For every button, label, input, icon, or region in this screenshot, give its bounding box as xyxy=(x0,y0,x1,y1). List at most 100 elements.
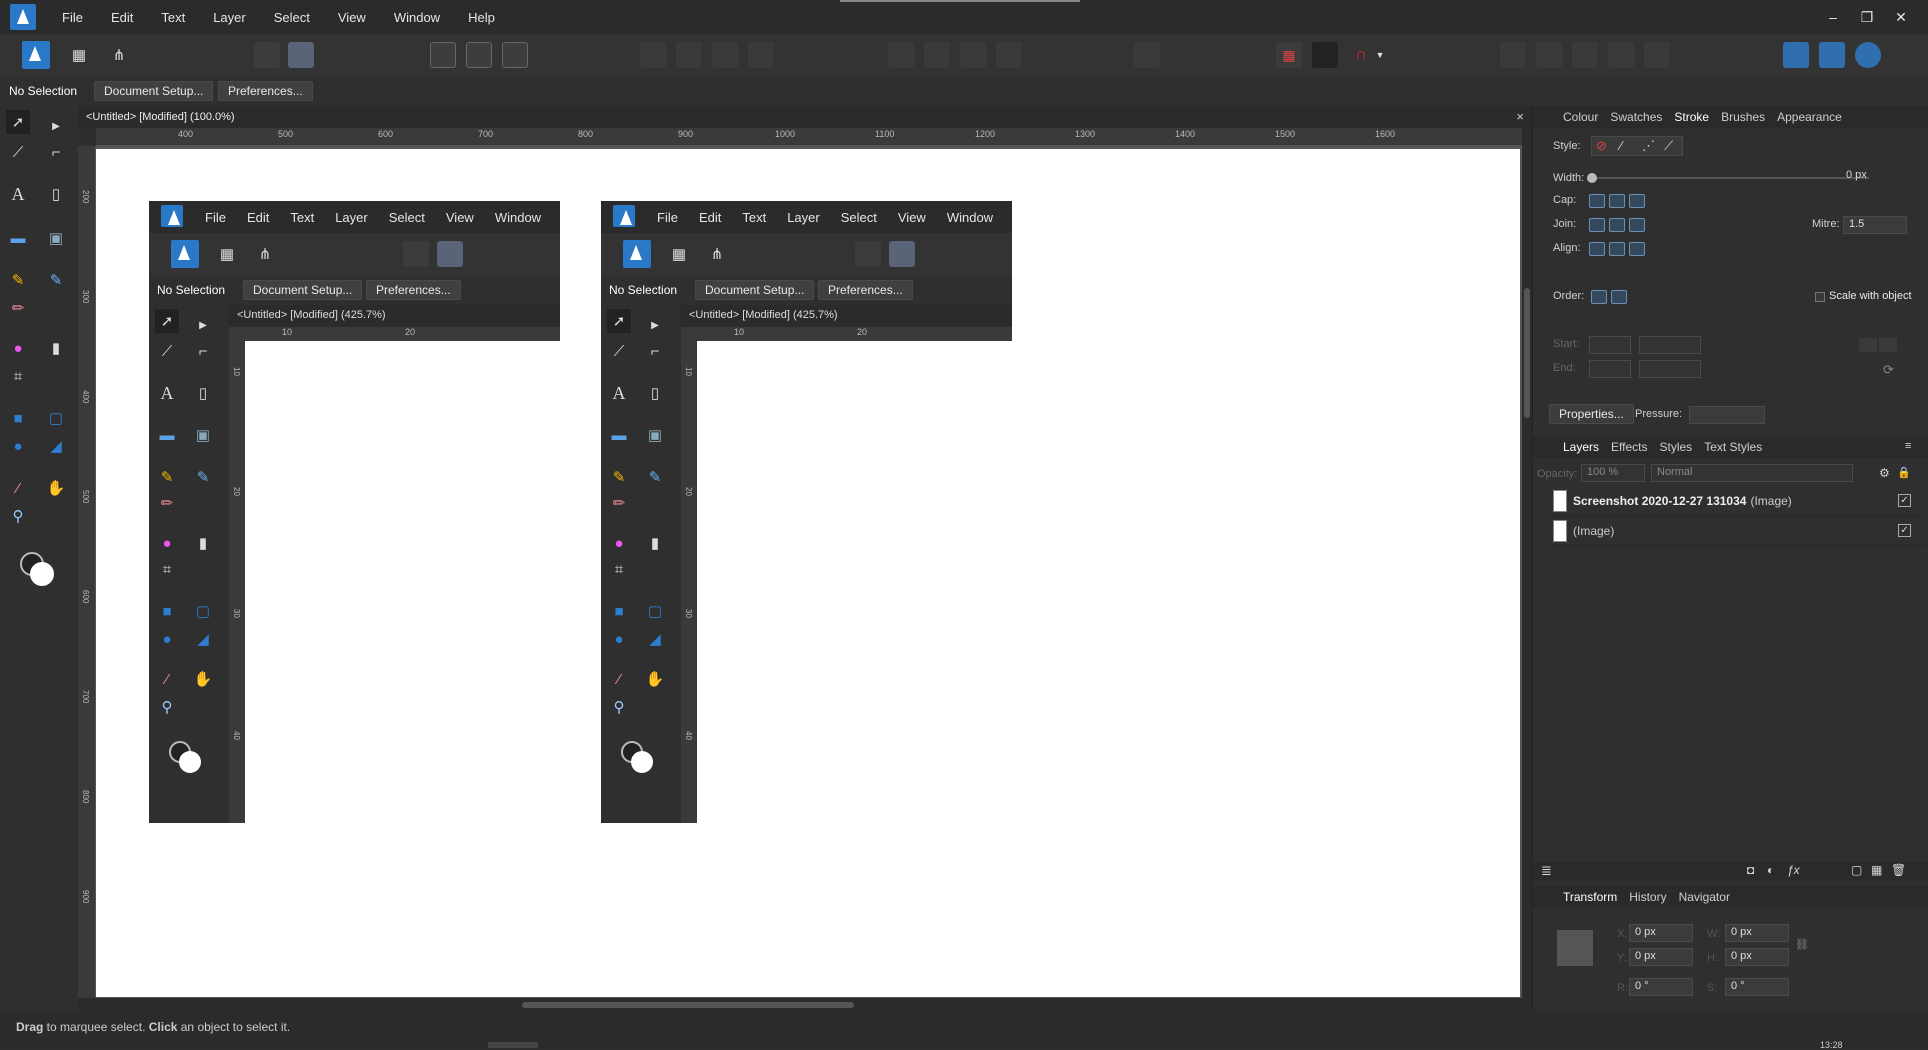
width-value[interactable]: 0 px xyxy=(1841,168,1903,186)
move-forward-icon[interactable] xyxy=(712,42,738,68)
join-round-icon[interactable] xyxy=(1609,218,1625,232)
cap-square-icon[interactable] xyxy=(1629,194,1645,208)
menu-window[interactable]: Window xyxy=(380,10,454,25)
embedded-screenshot-2[interactable]: File Edit Text Layer Select View Window … xyxy=(601,201,1012,823)
link-proportions-icon[interactable]: ⛓ xyxy=(1795,938,1809,951)
layer-visibility-checkbox[interactable]: ✓ xyxy=(1898,494,1911,507)
cap-round-icon[interactable] xyxy=(1609,194,1625,208)
boolean-add-icon[interactable] xyxy=(1500,42,1526,68)
x-input[interactable]: 0 px xyxy=(1629,924,1693,942)
node-tool-icon[interactable]: ▶ xyxy=(44,114,68,138)
fill-color-well[interactable] xyxy=(30,562,54,586)
layers-stack-icon[interactable]: ≣ xyxy=(1541,863,1552,879)
tab-layers[interactable]: Layers xyxy=(1563,440,1599,454)
vertical-scrollbar[interactable] xyxy=(1522,128,1532,998)
start-arrow-select[interactable] xyxy=(1589,336,1631,354)
rounded-rect-tool-icon[interactable]: ▢ xyxy=(44,406,68,430)
hand-tool-icon[interactable]: ✋ xyxy=(44,476,68,500)
fill-tool-icon[interactable]: ● xyxy=(6,336,30,360)
align-icon[interactable] xyxy=(1134,42,1160,68)
tab-effects[interactable]: Effects xyxy=(1611,440,1647,454)
artistic-text-icon[interactable]: A xyxy=(6,182,30,206)
snapping-dropdown-icon[interactable]: ▼ xyxy=(1374,43,1386,67)
transform-icon[interactable] xyxy=(502,42,528,68)
shear-input[interactable]: 0 ° xyxy=(1725,978,1789,996)
lock-icon[interactable]: 🔒 xyxy=(1897,466,1911,479)
boolean-subtract-icon[interactable] xyxy=(1536,42,1562,68)
boolean-intersect-icon[interactable] xyxy=(1572,42,1598,68)
pressure-graph[interactable] xyxy=(1689,406,1765,424)
snap-bounds-icon[interactable] xyxy=(430,42,456,68)
align-outside-icon[interactable] xyxy=(1629,242,1645,256)
affinity-designer-logo-icon[interactable] xyxy=(10,4,36,30)
end-arrow-select[interactable] xyxy=(1589,360,1631,378)
preferences-icon[interactable] xyxy=(1819,42,1845,68)
align-inside-icon[interactable] xyxy=(1609,242,1625,256)
join-miter-icon[interactable] xyxy=(1589,218,1605,232)
move-back-icon[interactable] xyxy=(640,42,666,68)
boolean-icon[interactable] xyxy=(254,42,280,68)
boolean-xor-icon[interactable] xyxy=(1608,42,1634,68)
shape-tool-icon[interactable]: ◢ xyxy=(44,434,68,458)
close-button[interactable]: ✕ xyxy=(1884,9,1918,26)
assistant-icon[interactable] xyxy=(1783,42,1809,68)
vertical-scroll-thumb[interactable] xyxy=(1524,288,1530,418)
mitre-input[interactable]: 1.5 xyxy=(1843,216,1907,234)
rectangle-tool-icon[interactable]: ■ xyxy=(6,406,30,430)
pencil-tool-icon[interactable]: ✎ xyxy=(44,268,68,292)
designer-persona-icon[interactable] xyxy=(22,41,50,69)
preferences-button[interactable]: Preferences... xyxy=(218,81,313,101)
width-slider-handle[interactable] xyxy=(1587,173,1597,183)
document-setup-button[interactable]: Document Setup... xyxy=(94,81,214,101)
solid-line-icon[interactable]: ∕ xyxy=(1620,138,1622,153)
fx-icon[interactable]: ƒx xyxy=(1787,863,1800,877)
tab-stroke[interactable]: Stroke xyxy=(1674,110,1709,124)
gear-icon[interactable]: ⚙ xyxy=(1879,466,1890,480)
flip-h-icon[interactable] xyxy=(888,42,914,68)
blend-mode-select[interactable]: Normal xyxy=(1651,464,1853,482)
h-input[interactable]: 0 px xyxy=(1725,948,1789,966)
menu-edit[interactable]: Edit xyxy=(97,10,147,25)
tab-brushes[interactable]: Brushes xyxy=(1721,110,1765,124)
restore-button[interactable]: ❐ xyxy=(1850,9,1884,26)
corner-tool-icon[interactable]: ⟋ xyxy=(6,140,30,164)
menu-text[interactable]: Text xyxy=(147,10,199,25)
dashed-line-icon[interactable]: ⋰ xyxy=(1642,138,1655,154)
minimize-button[interactable]: – xyxy=(1816,9,1850,25)
magnet-icon[interactable]: ∩ xyxy=(1348,42,1374,68)
end-scale-select[interactable] xyxy=(1639,360,1701,378)
move-tool-icon[interactable]: ➚ xyxy=(6,110,30,134)
embedded-screenshot-1[interactable]: File Edit Text Layer Select View Window … xyxy=(149,201,560,823)
move-front-icon[interactable] xyxy=(748,42,774,68)
tab-transform[interactable]: Transform xyxy=(1563,890,1617,904)
join-bevel-icon[interactable] xyxy=(1629,218,1645,232)
start-scale-select[interactable] xyxy=(1639,336,1701,354)
transparency-tool-icon[interactable]: ▮ xyxy=(44,336,68,360)
document-tab[interactable]: <Untitled> [Modified] (100.0%) × xyxy=(78,106,1532,128)
arrow-position-outside-icon[interactable] xyxy=(1879,338,1897,352)
arrow-position-inside-icon[interactable] xyxy=(1859,338,1877,352)
rotate-right-icon[interactable] xyxy=(996,42,1022,68)
menu-help[interactable]: Help xyxy=(454,10,509,25)
flip-v-icon[interactable] xyxy=(924,42,950,68)
eyedropper-icon[interactable]: ⁄ xyxy=(6,476,30,500)
grid-icon[interactable]: ▦ xyxy=(1276,42,1302,68)
horizontal-scrollbar[interactable] xyxy=(78,998,1532,1012)
close-document-icon[interactable]: × xyxy=(1516,109,1524,124)
help-icon[interactable] xyxy=(1855,42,1881,68)
export-persona-icon[interactable]: ⋔ xyxy=(107,43,131,67)
anchor-point-selector[interactable] xyxy=(1557,930,1593,966)
stroke-style-selector[interactable]: ⊘ ∕ ⋰ ⟋ xyxy=(1591,136,1683,156)
adjustment-icon[interactable]: ◐ xyxy=(1767,863,1774,877)
menu-layer[interactable]: Layer xyxy=(199,10,260,25)
crop-tool-icon[interactable]: ⌗ xyxy=(6,364,30,388)
pixel-persona-icon[interactable]: ▦ xyxy=(67,43,91,67)
scale-with-object-checkbox[interactable] xyxy=(1815,292,1825,302)
cap-butt-icon[interactable] xyxy=(1589,194,1605,208)
boolean-divide-icon[interactable] xyxy=(1644,42,1670,68)
geometry-icon[interactable] xyxy=(288,42,314,68)
menu-view[interactable]: View xyxy=(324,10,380,25)
zoom-tool-icon[interactable]: ⚲ xyxy=(6,504,30,528)
texture-line-icon[interactable]: ⟋ xyxy=(1664,138,1673,154)
w-input[interactable]: 0 px xyxy=(1725,924,1789,942)
